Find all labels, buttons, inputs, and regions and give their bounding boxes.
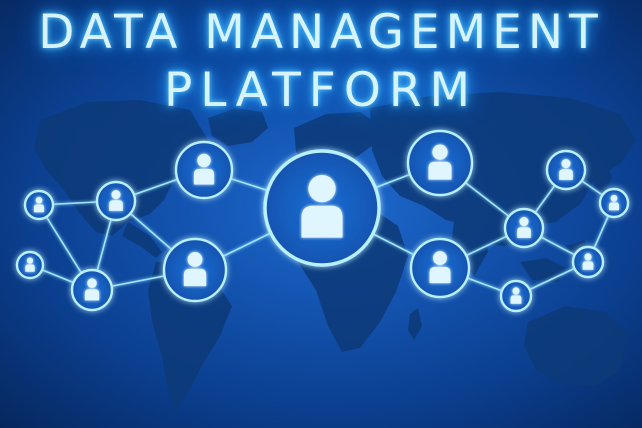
person-node bbox=[409, 237, 471, 299]
person-node bbox=[545, 149, 587, 191]
person-nodes bbox=[15, 129, 630, 313]
title-line-1: DATA MANAGEMENT bbox=[38, 5, 604, 60]
person-node bbox=[499, 279, 533, 313]
person-node bbox=[571, 245, 605, 279]
person-node bbox=[162, 237, 228, 303]
person-node bbox=[503, 207, 545, 249]
person-node bbox=[263, 149, 381, 267]
person-node bbox=[174, 140, 234, 200]
title-line-2: PLATFORM bbox=[163, 63, 479, 118]
person-node bbox=[95, 180, 137, 222]
person-node bbox=[70, 268, 114, 312]
person-node bbox=[23, 189, 55, 221]
person-node bbox=[598, 187, 630, 219]
data-management-platform-image: DATA MANAGEMENT PLATFORM bbox=[0, 0, 642, 428]
person-node bbox=[406, 129, 474, 197]
person-node bbox=[15, 250, 45, 280]
